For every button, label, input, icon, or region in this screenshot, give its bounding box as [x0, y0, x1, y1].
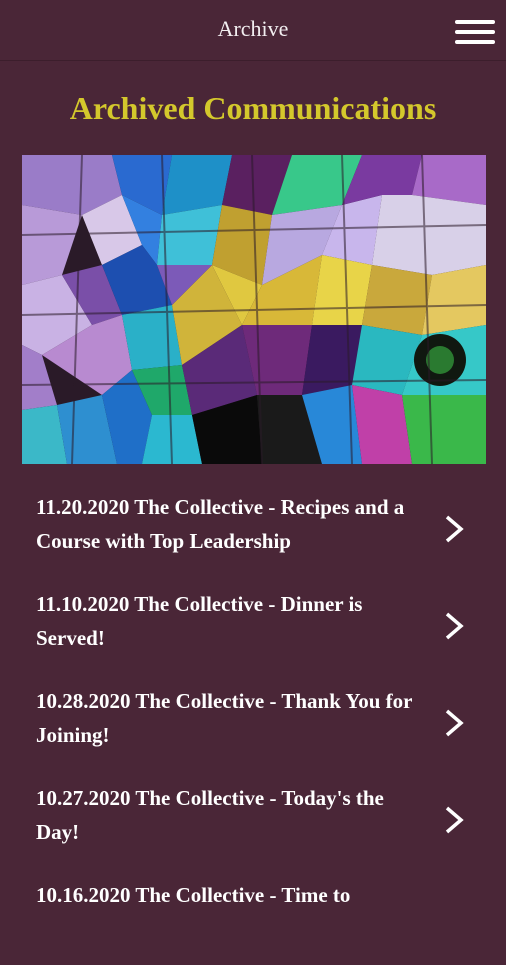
page-title: Archive: [217, 16, 289, 41]
chevron-right-icon: [445, 709, 464, 737]
list-item[interactable]: 10.28.2020 The Collective - Thank You fo…: [0, 674, 506, 771]
list-item[interactable]: 10.27.2020 The Collective - Today's the …: [0, 771, 506, 868]
top-app-bar: Archive: [0, 0, 506, 61]
list-item[interactable]: 10.16.2020 The Collective - Time to: [0, 868, 506, 965]
chevron-right-icon: [445, 806, 464, 834]
list-item[interactable]: 11.10.2020 The Collective - Dinner is Se…: [0, 577, 506, 674]
stained-glass-mosaic-image: [22, 155, 486, 464]
chevron-right-icon: [445, 515, 464, 543]
archive-item-label: 11.10.2020 The Collective - Dinner is Se…: [36, 592, 363, 650]
archive-item-label: 10.16.2020 The Collective - Time to: [36, 883, 351, 907]
hamburger-menu-icon[interactable]: [455, 18, 497, 46]
section-heading: Archived Communications: [69, 90, 437, 126]
chevron-right-icon: [445, 612, 464, 640]
list-item[interactable]: 11.20.2020 The Collective - Recipes and …: [0, 480, 506, 577]
archive-item-label: 10.28.2020 The Collective - Thank You fo…: [36, 689, 413, 747]
archive-item-label: 11.20.2020 The Collective - Recipes and …: [36, 495, 405, 553]
archive-item-label: 10.27.2020 The Collective - Today's the …: [36, 786, 384, 844]
